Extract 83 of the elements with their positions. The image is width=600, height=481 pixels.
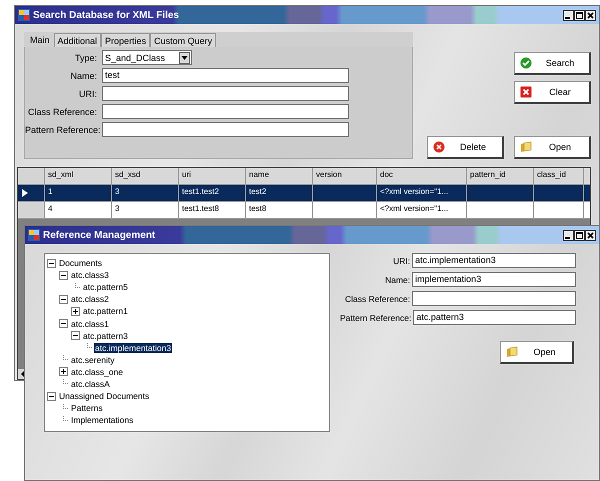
window-title: Reference Management bbox=[43, 230, 156, 240]
column-header[interactable]: doc bbox=[377, 168, 467, 184]
row-pointer-icon bbox=[22, 189, 28, 197]
tab[interactable]: Properties bbox=[101, 33, 150, 47]
maximize-icon[interactable] bbox=[574, 230, 585, 240]
column-header[interactable]: sd_xsd bbox=[112, 168, 179, 184]
field-label: Name: bbox=[384, 274, 410, 284]
table-cell: <?xml version="1... bbox=[380, 187, 448, 196]
text-field[interactable]: atc.pattern3 bbox=[413, 310, 576, 325]
field-label: Name: bbox=[69, 70, 97, 80]
field-label: Pattern Reference: bbox=[340, 312, 412, 322]
expand-icon[interactable] bbox=[71, 306, 80, 316]
text-field[interactable]: atc.implementation3 bbox=[412, 253, 576, 268]
app-icon bbox=[18, 9, 30, 21]
collapse-icon[interactable] bbox=[59, 319, 68, 328]
search-button[interactable]: Search bbox=[514, 52, 591, 75]
text-field[interactable]: implementation3 bbox=[412, 272, 576, 287]
table-cell: 4 bbox=[48, 204, 52, 213]
tab[interactable]: Additional bbox=[54, 33, 102, 47]
tree-item[interactable]: atc.implementation3 bbox=[94, 342, 172, 353]
tree-item[interactable]: atc.class_one bbox=[70, 366, 124, 377]
window-title: Search Database for XML Files bbox=[33, 10, 179, 20]
column-header[interactable]: name bbox=[246, 168, 313, 184]
x-icon bbox=[433, 141, 445, 153]
expand-icon[interactable] bbox=[59, 367, 68, 376]
collapse-icon[interactable] bbox=[47, 258, 56, 268]
check-icon bbox=[520, 57, 532, 69]
tab[interactable]: Custom Query bbox=[150, 33, 216, 47]
tree-item[interactable]: atc.class3 bbox=[70, 270, 110, 280]
tree-item[interactable]: atc.pattern1 bbox=[82, 306, 129, 316]
table-cell: 3 bbox=[115, 204, 120, 213]
close-icon[interactable] bbox=[585, 230, 596, 240]
collapse-icon[interactable] bbox=[47, 392, 56, 401]
close-icon[interactable] bbox=[585, 10, 596, 20]
table-cell: 1 bbox=[48, 187, 52, 196]
table-row[interactable]: 1 3 test1.test2 test2 <?xml version="1... bbox=[18, 185, 590, 202]
text-field[interactable] bbox=[102, 122, 349, 137]
delete-button[interactable]: Delete bbox=[427, 136, 504, 159]
folder-icon bbox=[506, 346, 518, 358]
collapse-icon[interactable] bbox=[59, 270, 68, 280]
tree-item[interactable]: Implementations bbox=[70, 415, 134, 426]
table-cell: <?xml version="1... bbox=[380, 204, 448, 213]
text-field[interactable]: test bbox=[102, 68, 349, 83]
column-header[interactable]: sd_xml bbox=[45, 168, 112, 184]
field-label: Type: bbox=[74, 52, 97, 62]
table-cell: test8 bbox=[249, 204, 266, 213]
open-button[interactable]: Open bbox=[514, 136, 591, 159]
tree-item[interactable]: atc.class2 bbox=[70, 294, 110, 304]
minimize-icon[interactable] bbox=[563, 10, 574, 20]
text-field[interactable] bbox=[102, 86, 349, 101]
table-cell: test1.test2 bbox=[182, 187, 219, 196]
table-cell: test1.test8 bbox=[182, 204, 219, 213]
text-field[interactable] bbox=[412, 291, 576, 306]
column-header[interactable]: version bbox=[313, 168, 377, 184]
collapse-icon[interactable] bbox=[59, 294, 68, 304]
x-icon bbox=[520, 86, 532, 98]
minimize-icon[interactable] bbox=[563, 230, 574, 240]
column-header[interactable]: class_id bbox=[534, 168, 584, 184]
tree-item[interactable]: atc.pattern3 bbox=[82, 330, 129, 341]
collapse-icon[interactable] bbox=[71, 331, 80, 340]
clear-button[interactable]: Clear bbox=[514, 81, 591, 104]
field-label: Class Reference: bbox=[26, 106, 97, 116]
column-header[interactable]: pattern_id bbox=[467, 168, 534, 184]
open-button[interactable]: Open bbox=[500, 341, 574, 364]
table-cell: test2 bbox=[249, 187, 266, 196]
tree-item[interactable]: atc.pattern5 bbox=[82, 282, 129, 292]
tree-item[interactable]: Patterns bbox=[70, 403, 104, 414]
text-field[interactable] bbox=[102, 104, 349, 119]
tree-item[interactable]: atc.class1 bbox=[70, 318, 110, 329]
type-dropdown[interactable]: S_and_DClass bbox=[102, 50, 192, 65]
tree-item[interactable]: Documents bbox=[58, 258, 103, 268]
tree-item[interactable]: Unassigned Documents bbox=[58, 391, 150, 402]
table-cell: 3 bbox=[115, 187, 120, 196]
app-icon bbox=[28, 229, 40, 241]
field-label: URI: bbox=[392, 256, 410, 266]
maximize-icon[interactable] bbox=[574, 10, 585, 20]
tree-item[interactable]: atc.classA bbox=[70, 378, 111, 389]
table-row[interactable]: 4 3 test1.test8 test8 <?xml version="1... bbox=[18, 202, 590, 219]
folder-icon bbox=[520, 141, 532, 153]
tree-item[interactable]: atc.serenity bbox=[70, 354, 116, 365]
field-label: Class Reference: bbox=[344, 294, 410, 304]
column-header[interactable]: uri bbox=[179, 168, 246, 184]
field-label: URI: bbox=[78, 88, 97, 98]
